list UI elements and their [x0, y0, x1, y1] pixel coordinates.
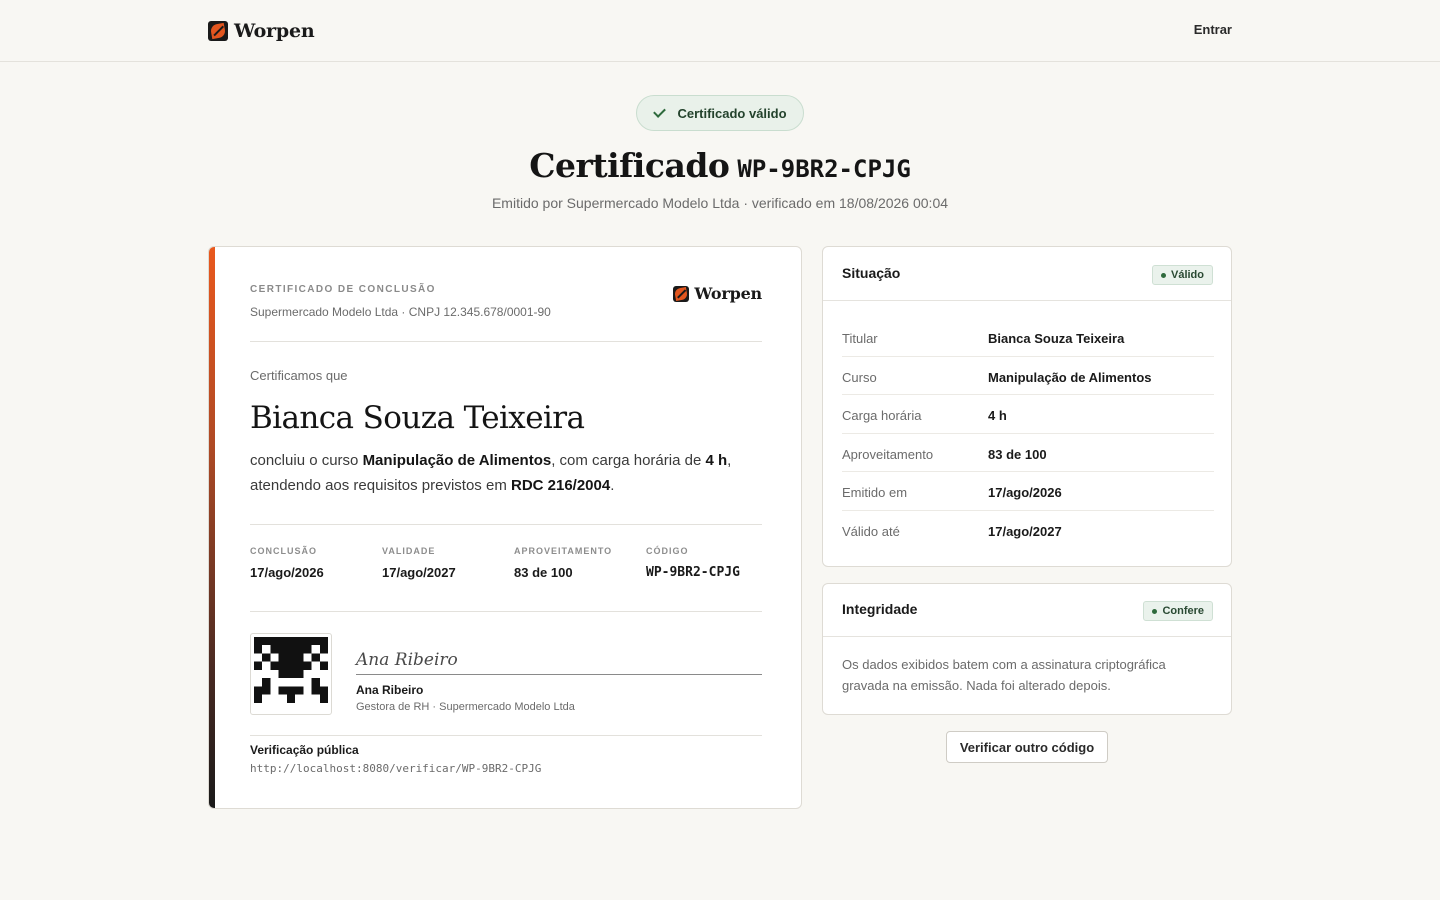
detail-value: 4 h	[988, 408, 1007, 423]
detail-row-hours: Carga horária 4 h	[842, 395, 1214, 434]
verify-other-code-button[interactable]: Verificar outro código	[946, 731, 1108, 763]
certificate-facts: CONCLUSÃO 17/ago/2026 VALIDADE 17/ago/20…	[250, 546, 762, 586]
fact-label: APROVEITAMENTO	[514, 546, 613, 556]
status-panel-header: Situação Válido	[823, 247, 1231, 301]
issuer-line: Supermercado Modelo Ltda · CNPJ 12.345.6…	[250, 305, 551, 319]
detail-label: Titular	[842, 331, 878, 346]
certificate-accent-bar	[209, 247, 215, 808]
worpen-logo-icon	[673, 285, 690, 302]
divider	[250, 735, 762, 736]
status-panel: Situação Válido Titular Bianca Souza Tei…	[822, 246, 1232, 567]
fact-label: CONCLUSÃO	[250, 546, 317, 556]
brand-name: Worpen	[234, 20, 315, 42]
regulation-name: RDC 216/2004	[510, 477, 611, 494]
signature: Ana Ribeiro	[356, 650, 458, 670]
integrity-badge-label: Confere	[1162, 605, 1204, 617]
body-text-part: , com carga horária de	[551, 452, 706, 469]
fact-value: WP-9BR2-CPJG	[646, 565, 740, 580]
brand-logo-link[interactable]: Worpen	[208, 20, 315, 42]
certificate-brand: Worpen	[673, 284, 762, 303]
detail-row-issued: Emitido em 17/ago/2026	[842, 472, 1214, 511]
page-title-code: WP-9BR2-CPJG	[737, 155, 911, 183]
status-panel-title: Situação	[842, 265, 901, 281]
integrity-description: Os dados exibidos batem com a assinatura…	[842, 657, 1166, 693]
detail-value: Manipulação de Alimentos	[988, 369, 1152, 385]
detail-value: 83 de 100	[988, 446, 1047, 462]
detail-value: 17/ago/2026	[988, 485, 1062, 500]
fact-code: CÓDIGO WP-9BR2-CPJG	[646, 546, 740, 580]
check-icon	[653, 106, 667, 120]
integrity-panel: Integridade Confere Os dados exibidos ba…	[822, 583, 1232, 715]
body-text-part: atendendo aos requisitos previstos em	[250, 477, 511, 494]
fact-conclusion: CONCLUSÃO 17/ago/2026	[250, 546, 324, 580]
status-details: Titular Bianca Souza Teixeira Curso Mani…	[842, 318, 1214, 549]
status-dot-icon	[1160, 272, 1166, 278]
valid-status-pill: Certificado válido	[636, 95, 804, 131]
detail-label: Emitido em	[842, 485, 908, 500]
course-name: Manipulação de Alimentos	[362, 452, 552, 469]
course-hours: 4 h	[705, 452, 728, 469]
detail-row-valid-until: Válido até 17/ago/2027	[842, 511, 1214, 550]
status-dot-icon	[1152, 608, 1158, 614]
fact-value: 17/ago/2026	[250, 565, 324, 580]
detail-label: Válido até	[842, 523, 900, 539]
divider	[250, 341, 762, 342]
detail-value: 17/ago/2027	[988, 523, 1062, 539]
valid-status-label: Certificado válido	[677, 105, 787, 121]
detail-label: Carga horária	[842, 408, 922, 423]
top-bar: Worpen Entrar	[0, 0, 1440, 62]
divider	[250, 524, 762, 525]
detail-value: Bianca Souza Teixeira	[988, 331, 1125, 346]
fact-score: APROVEITAMENTO 83 de 100	[514, 546, 612, 580]
divider	[250, 611, 762, 612]
integrity-panel-header: Integridade Confere	[823, 584, 1231, 637]
certify-intro: Certificamos que	[250, 368, 348, 383]
fact-value: 17/ago/2027	[382, 565, 456, 580]
detail-label: Aproveitamento	[842, 446, 934, 462]
certificate-body: concluiu o curso Manipulação de Alimento…	[250, 448, 762, 498]
public-verification-label: Verificação pública	[250, 743, 359, 757]
body-text-part: .	[610, 477, 615, 494]
integrity-badge: Confere	[1143, 601, 1213, 621]
detail-row-score: Aproveitamento 83 de 100	[842, 434, 1214, 472]
integrity-panel-title: Integridade	[842, 601, 918, 617]
certificate-eyebrow: CERTIFICADO DE CONCLUSÃO	[250, 284, 436, 295]
qr-code[interactable]	[250, 633, 332, 715]
fact-value: 83 de 100	[514, 565, 573, 580]
qr-code-icon	[254, 637, 328, 703]
certificate-brand-name: Worpen	[694, 284, 762, 303]
public-verification-url[interactable]: http://localhost:8080/verificar/WP-9BR2-…	[250, 762, 541, 775]
signature-line	[356, 674, 762, 675]
body-text-part: ,	[727, 452, 732, 469]
body-text-part: concluiu o curso	[250, 452, 363, 469]
login-link[interactable]: Entrar	[1194, 22, 1232, 37]
status-badge-label: Válido	[1170, 269, 1204, 281]
fact-label: VALIDADE	[382, 546, 436, 556]
signer-role: Gestora de RH · Supermercado Modelo Ltda	[356, 701, 575, 713]
page-subtitle: Emitido por Supermercado Modelo Ltda · v…	[491, 195, 949, 211]
signer-name: Ana Ribeiro	[356, 683, 424, 697]
worpen-logo-icon	[208, 21, 228, 41]
page-title-prefix: Certificado	[529, 146, 730, 185]
fact-label: CÓDIGO	[646, 546, 689, 556]
page-title: Certificado WP-9BR2-CPJG	[0, 146, 1440, 185]
detail-row-holder: Titular Bianca Souza Teixeira	[842, 318, 1214, 357]
detail-row-course: Curso Manipulação de Alimentos	[842, 357, 1214, 395]
fact-validity: VALIDADE 17/ago/2027	[382, 546, 456, 580]
detail-label: Curso	[842, 369, 877, 385]
certificate-card: CERTIFICADO DE CONCLUSÃO Supermercado Mo…	[208, 246, 802, 809]
holder-name: Bianca Souza Teixeira	[250, 400, 585, 436]
status-badge: Válido	[1151, 265, 1213, 285]
